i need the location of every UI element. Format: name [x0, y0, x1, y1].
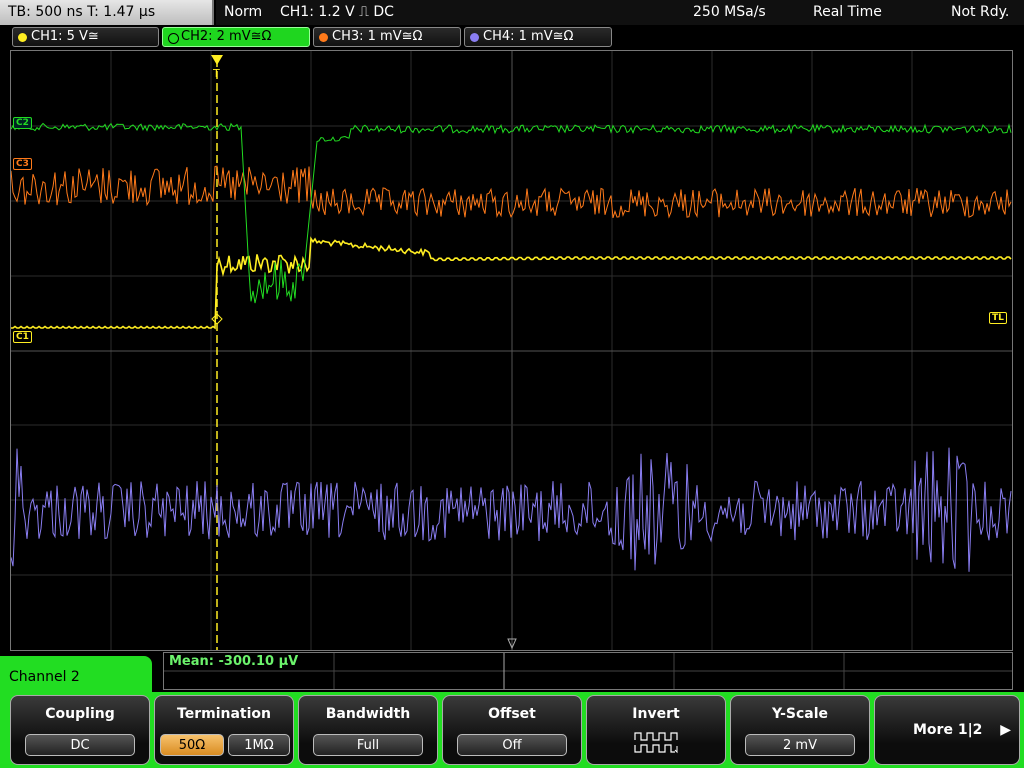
- offset-softkey[interactable]: Offset Off: [442, 695, 582, 765]
- offset-label: Offset: [488, 706, 536, 722]
- bandwidth-softkey[interactable]: Bandwidth Full: [298, 695, 438, 765]
- channel-2-label: CH2: 2 mV≅Ω: [181, 29, 272, 44]
- next-page-icon: ▶: [1000, 722, 1011, 738]
- ch1-waveform: [11, 236, 1012, 330]
- ch2-ground-marker[interactable]: C2: [13, 117, 32, 129]
- active-channel-menu-tab: Channel 2: [0, 656, 152, 696]
- invert-softkey[interactable]: Invert: [586, 695, 726, 765]
- trigger-info-bar[interactable]: Norm CH1: 1.2 V ⎍ DC 250 MSa/s Real Time…: [216, 0, 1024, 25]
- channel-4-color-icon: [470, 33, 479, 42]
- invert-waveform-icon: [634, 732, 678, 754]
- invert-label: Invert: [632, 706, 680, 722]
- ch1-ground-marker[interactable]: C1: [13, 331, 32, 343]
- channel-1-tab[interactable]: CH1: 5 V≅: [12, 27, 159, 47]
- trigger-setting: CH1: 1.2 V ⎍ DC: [280, 4, 394, 20]
- bandwidth-label: Bandwidth: [325, 706, 411, 722]
- trigger-level-marker[interactable]: TL: [989, 312, 1007, 324]
- yscale-label: Y-Scale: [771, 706, 828, 722]
- coupling-label: Coupling: [45, 706, 115, 722]
- coupling-value[interactable]: DC: [25, 734, 135, 756]
- yscale-softkey[interactable]: Y-Scale 2 mV: [730, 695, 870, 765]
- channel-1-label: CH1: 5 V≅: [31, 29, 99, 44]
- softkey-bar: Coupling DC Termination 50Ω 1MΩ Bandwidt…: [0, 692, 1024, 768]
- waveform-display[interactable]: T C2 C3 C1 TL: [10, 50, 1013, 651]
- sample-rate: 250 MSa/s: [693, 4, 766, 20]
- termination-1mohm-option[interactable]: 1MΩ: [228, 734, 290, 756]
- coupling-softkey[interactable]: Coupling DC: [10, 695, 150, 765]
- ch4-waveform: [11, 447, 1012, 572]
- ch3-ground-marker[interactable]: C3: [13, 158, 32, 170]
- channel-2-color-icon: [168, 33, 179, 44]
- trigger-status: Not Rdy.: [951, 4, 1010, 20]
- trigger-position-label: T: [212, 67, 220, 80]
- termination-softkey[interactable]: Termination 50Ω 1MΩ: [154, 695, 294, 765]
- channel-tab-row: CH1: 5 V≅ CH2: 2 mV≅Ω CH3: 1 mV≅Ω CH4: 1…: [0, 27, 1024, 49]
- termination-50ohm-option[interactable]: 50Ω: [160, 734, 224, 756]
- yscale-value[interactable]: 2 mV: [745, 734, 855, 756]
- channel-4-tab[interactable]: CH4: 1 mV≅Ω: [464, 27, 612, 47]
- measurement-strip: Mean: -300.10 µV: [163, 652, 1013, 690]
- channel-4-label: CH4: 1 mV≅Ω: [483, 29, 574, 44]
- waveform-canvas: T: [11, 51, 1012, 650]
- more-softkey[interactable]: More 1|2 ▶: [874, 695, 1020, 765]
- bandwidth-value[interactable]: Full: [313, 734, 423, 756]
- graticule-grid: [11, 51, 1012, 650]
- channel-3-label: CH3: 1 mV≅Ω: [332, 29, 423, 44]
- channel-1-color-icon: [18, 33, 27, 42]
- more-label: More 1|2: [913, 722, 983, 738]
- offset-value[interactable]: Off: [457, 734, 567, 756]
- termination-label: Termination: [177, 706, 271, 722]
- channel-2-tab[interactable]: CH2: 2 mV≅Ω: [162, 27, 310, 47]
- ch3-waveform: [11, 165, 1012, 219]
- top-status-bar: TB: 500 ns T: 1.47 µs Norm CH1: 1.2 V ⎍ …: [0, 0, 1024, 26]
- timebase-readout[interactable]: TB: 500 ns T: 1.47 µs: [0, 0, 214, 25]
- trigger-position-icon: [211, 55, 223, 65]
- trigger-mode: Norm: [224, 4, 263, 20]
- channel-3-color-icon: [319, 33, 328, 42]
- mean-measurement[interactable]: Mean: -300.10 µV: [169, 654, 298, 669]
- channel-3-tab[interactable]: CH3: 1 mV≅Ω: [313, 27, 461, 47]
- acquisition-mode: Real Time: [813, 4, 882, 20]
